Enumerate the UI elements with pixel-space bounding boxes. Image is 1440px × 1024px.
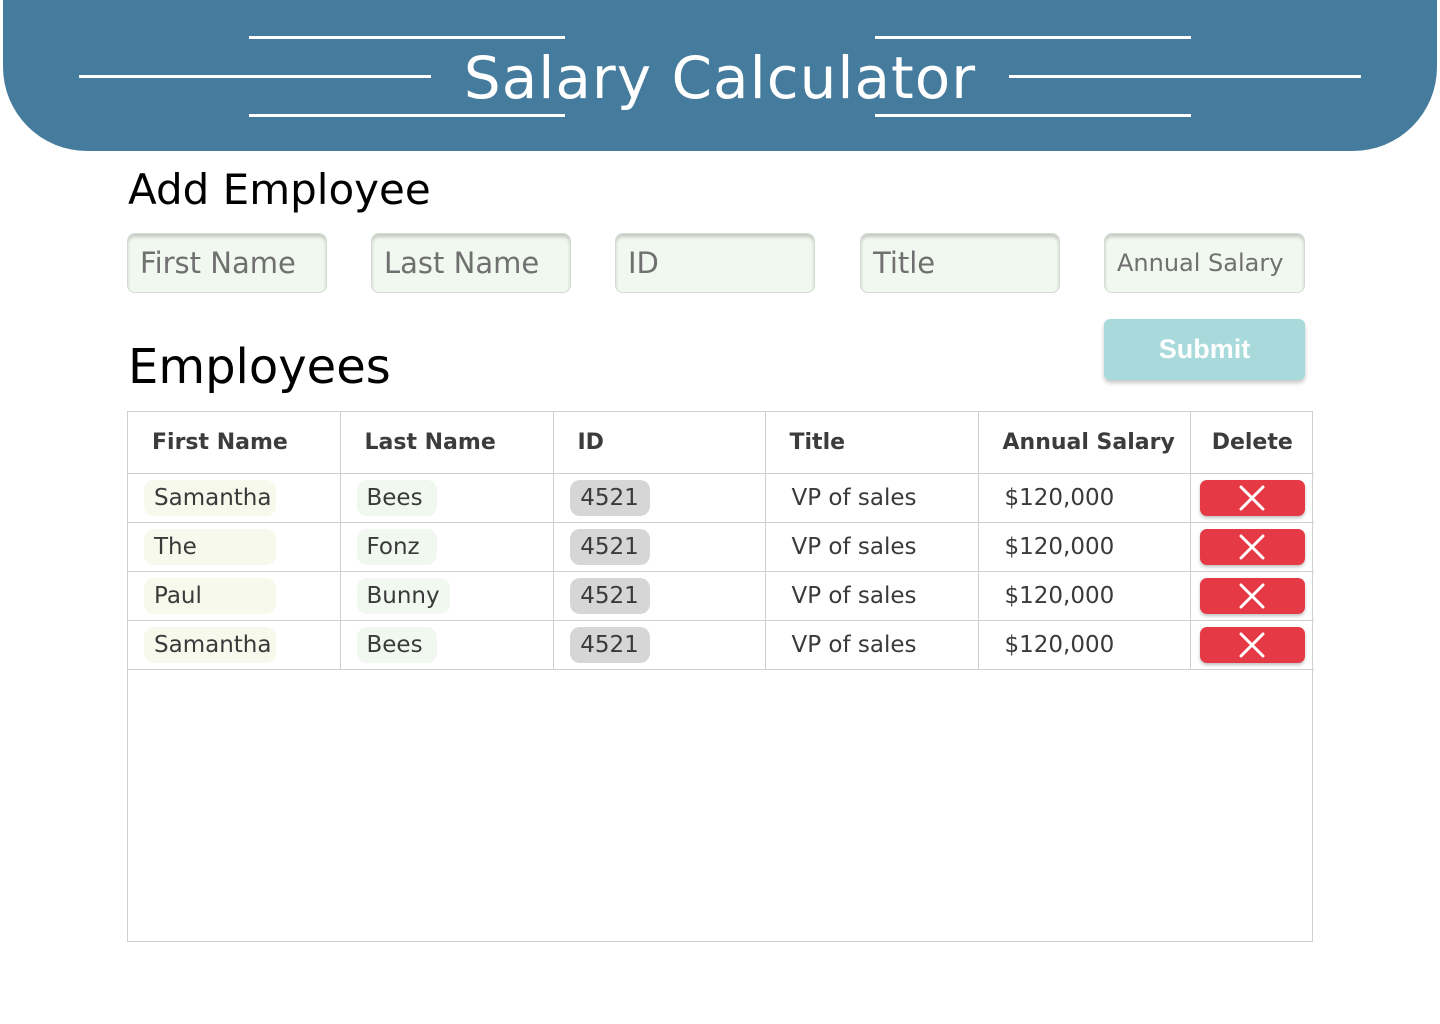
first-name-cell: The (128, 522, 341, 572)
column-header-annual-salary: Annual Salary (977, 412, 1191, 474)
first-name-cell: Samantha (128, 620, 341, 670)
column-header-last-name: Last Name (339, 412, 554, 474)
table-row: Samantha Bees 4521 VP of sales $120,000 (128, 620, 1314, 670)
id-value: 4521 (569, 627, 650, 663)
first-name-value: Samantha (144, 480, 276, 516)
column-header-id: ID (552, 412, 766, 474)
close-icon (1239, 632, 1265, 658)
delete-button[interactable] (1199, 529, 1305, 565)
id-value: 4521 (569, 529, 650, 565)
table-row: Samantha Bees 4521 VP of sales $120,000 (128, 473, 1314, 523)
id-cell: 4521 (552, 473, 766, 523)
first-name-input[interactable] (127, 233, 327, 293)
close-icon (1239, 534, 1265, 560)
first-name-value: Paul (144, 578, 276, 614)
salary-cell: $120,000 (977, 522, 1191, 572)
table-row: Paul Bunny 4521 VP of sales $120,000 (128, 571, 1314, 621)
title-cell: VP of sales (764, 620, 979, 670)
header-decorative-line (875, 36, 1191, 39)
delete-button[interactable] (1199, 480, 1305, 516)
employees-heading: Employees (128, 339, 391, 395)
salary-cell: $120,000 (977, 571, 1191, 621)
id-cell: 4521 (552, 522, 766, 572)
header-decorative-line (249, 36, 565, 39)
last-name-cell: Bees (339, 473, 554, 523)
delete-button[interactable] (1199, 627, 1305, 663)
id-cell: 4521 (552, 620, 766, 670)
id-cell: 4521 (552, 571, 766, 621)
app-title: Salary Calculator (463, 44, 977, 112)
app-header: Salary Calculator (3, 0, 1437, 151)
table-row: The Fonz 4521 VP of sales $120,000 (128, 522, 1314, 572)
column-header-first-name: First Name (128, 412, 341, 474)
salary-cell: $120,000 (977, 620, 1191, 670)
table-header-row: First Name Last Name ID Title Annual Sal… (128, 412, 1314, 474)
last-name-cell: Bunny (339, 571, 554, 621)
delete-button[interactable] (1199, 578, 1305, 614)
column-header-delete: Delete (1189, 412, 1314, 474)
last-name-value: Bees (356, 627, 437, 663)
close-icon (1239, 583, 1265, 609)
delete-cell (1189, 620, 1314, 670)
id-input[interactable] (615, 233, 815, 293)
employees-table-container: First Name Last Name ID Title Annual Sal… (127, 411, 1314, 942)
last-name-value: Bunny (356, 578, 450, 614)
first-name-value: Samantha (144, 627, 276, 663)
last-name-cell: Bees (339, 620, 554, 670)
title-cell: VP of sales (764, 571, 979, 621)
last-name-value: Fonz (356, 529, 437, 565)
salary-cell: $120,000 (977, 473, 1191, 523)
first-name-cell: Paul (128, 571, 341, 621)
delete-cell (1189, 522, 1314, 572)
column-header-title: Title (764, 412, 979, 474)
delete-cell (1189, 473, 1314, 523)
id-value: 4521 (569, 578, 650, 614)
employees-table: First Name Last Name ID Title Annual Sal… (128, 412, 1314, 670)
title-input[interactable] (860, 233, 1060, 293)
first-name-value: The (144, 529, 276, 565)
last-name-input[interactable] (371, 233, 571, 293)
title-cell: VP of sales (764, 522, 979, 572)
last-name-cell: Fonz (339, 522, 554, 572)
last-name-value: Bees (356, 480, 437, 516)
close-icon (1239, 485, 1265, 511)
first-name-cell: Samantha (128, 473, 341, 523)
annual-salary-input[interactable] (1104, 233, 1305, 293)
delete-cell (1189, 571, 1314, 621)
submit-button[interactable]: Submit (1104, 319, 1305, 380)
add-employee-heading: Add Employee (128, 165, 431, 214)
id-value: 4521 (569, 480, 650, 516)
title-cell: VP of sales (764, 473, 979, 523)
